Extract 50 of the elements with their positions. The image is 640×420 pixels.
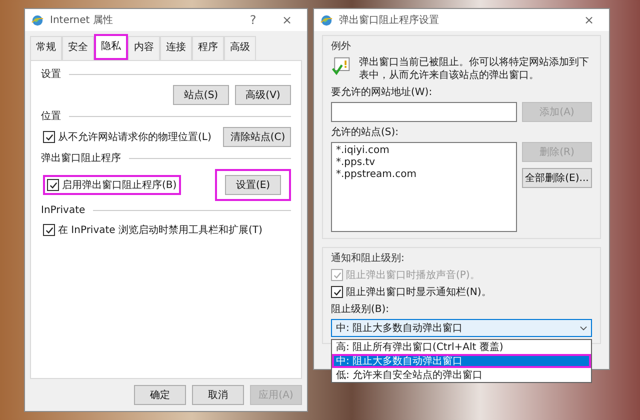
window-check-icon	[331, 56, 351, 76]
globe-icon	[31, 14, 44, 26]
checkbox[interactable]	[47, 179, 59, 191]
list-item[interactable]: *.ppstream.com	[336, 169, 416, 180]
dropdown[interactable]: 中: 阻止大多数自动弹出窗口	[331, 319, 592, 337]
dropdown-option[interactable]: 低: 允许来自安全站点的弹出窗口	[332, 368, 591, 382]
group-title: 通知和阻止级别:	[331, 252, 406, 265]
dialog-button[interactable]: 高级(V)	[235, 85, 291, 105]
group-title: 例外	[331, 40, 352, 53]
dialog-button[interactable]: 确定	[134, 385, 186, 405]
tab[interactable]: 连接	[160, 36, 192, 60]
checkbox[interactable]	[331, 286, 343, 298]
section-heading: 弹出窗口阻止程序	[41, 152, 121, 165]
close-button[interactable]: ×	[273, 13, 301, 27]
close-button[interactable]: ×	[575, 13, 603, 27]
list-item[interactable]: *.iqiyi.com	[336, 145, 390, 156]
dropdown-option[interactable]: 中: 阻止大多数自动弹出窗口	[332, 354, 591, 368]
field-label: 阻止级别(B):	[331, 302, 390, 316]
section-heading: InPrivate	[41, 205, 86, 216]
help-button[interactable]: ?	[239, 13, 267, 27]
checkbox-label: 阻止弹出窗口时播放声音(P)。	[346, 268, 480, 282]
checkbox-label: 从不允许网站请求你的物理位置(L)	[58, 130, 212, 144]
list-item[interactable]: *.pps.tv	[336, 157, 376, 168]
checkbox[interactable]	[43, 131, 55, 143]
tab[interactable]: 内容	[128, 36, 160, 60]
tab[interactable]: 安全	[62, 36, 94, 60]
tab[interactable]: 高级	[224, 36, 256, 60]
section-heading: 位置	[41, 110, 61, 123]
checkbox-label: 启用弹出窗口阻止程序(B)	[62, 178, 177, 192]
window-title: Internet 属性	[50, 14, 114, 27]
address-field[interactable]	[331, 102, 517, 122]
section-heading: 设置	[41, 68, 61, 81]
chevron-icon	[580, 326, 587, 330]
field-label: 要允许的网站地址(W):	[331, 86, 434, 99]
tab[interactable]: 隐私	[94, 34, 128, 60]
dialog-button[interactable]: 站点(S)	[173, 85, 229, 105]
dialog-button[interactable]: 清除站点(C)	[223, 127, 291, 147]
dropdown-option[interactable]: 高: 阻止所有弹出窗口(Ctrl+Alt 覆盖)	[332, 340, 591, 354]
tab[interactable]: 常规	[30, 36, 62, 60]
info-text: 弹出窗口当前已被阻止。你可以将特定网站添加到下表中，从而允许来自该站点的弹出窗口。	[359, 56, 590, 82]
dialog-button[interactable]: 设置(E)	[225, 175, 281, 195]
window-title: 弹出窗口阻止程序设置	[339, 14, 440, 27]
tab[interactable]: 程序	[192, 36, 224, 60]
checkbox[interactable]	[43, 224, 55, 236]
checkbox-label: 在 InPrivate 浏览启动时禁用工具栏和扩展(T)	[58, 224, 262, 237]
list-label: 允许的站点(S):	[331, 126, 400, 139]
globe-icon	[320, 14, 333, 26]
remove-all-button[interactable]: 全部删除(E)...	[522, 168, 592, 188]
dialog-button[interactable]: 取消	[192, 385, 244, 405]
checkbox-label: 阻止弹出窗口时显示通知栏(N)。	[346, 286, 492, 299]
